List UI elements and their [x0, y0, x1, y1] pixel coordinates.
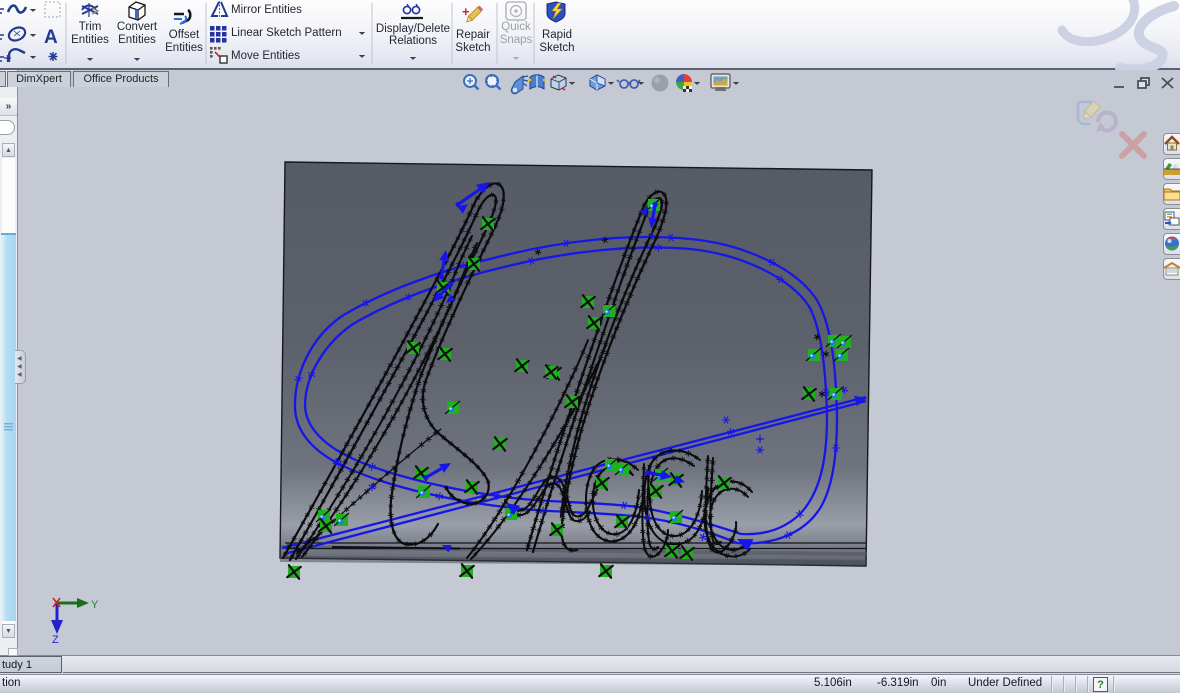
svg-text:Z: Z — [52, 634, 59, 646]
svg-text:Y: Y — [91, 599, 99, 611]
svg-text:A: A — [44, 27, 58, 48]
svg-text:Display/Delete: Display/Delete — [376, 23, 450, 35]
svg-text:Offset: Offset — [169, 29, 200, 41]
svg-text:Repair: Repair — [456, 29, 490, 41]
svg-text:Entities: Entities — [71, 34, 109, 46]
svg-text:Linear Sketch Pattern: Linear Sketch Pattern — [231, 27, 342, 39]
svg-text:Quick: Quick — [501, 21, 531, 33]
svg-text:Entities: Entities — [118, 34, 156, 46]
svg-text:Sketch: Sketch — [455, 42, 490, 54]
svg-text:Trim: Trim — [79, 21, 102, 33]
svg-text:Mirror Entities: Mirror Entities — [231, 4, 302, 16]
svg-text:Rapid: Rapid — [542, 29, 572, 41]
svg-text:Snaps: Snaps — [500, 34, 533, 46]
svg-text:Entities: Entities — [165, 42, 203, 54]
svg-text:Relations: Relations — [389, 35, 437, 47]
svg-text:Move Entities: Move Entities — [231, 50, 300, 62]
svg-text:Sketch: Sketch — [539, 42, 574, 54]
svg-text:Convert: Convert — [117, 21, 158, 33]
